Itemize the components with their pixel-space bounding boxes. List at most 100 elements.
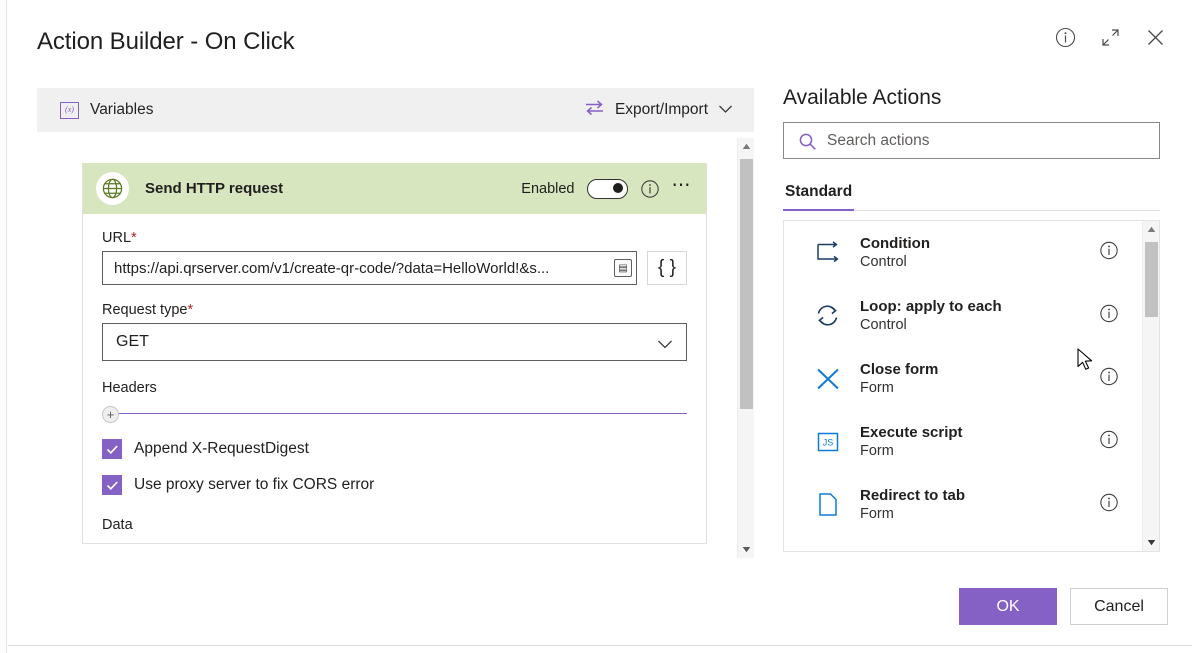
list-item-name: Loop: apply to each <box>860 297 1002 315</box>
list-item-close-form[interactable]: Close form Form <box>784 347 1144 410</box>
list-item-text: Condition Control <box>860 234 930 272</box>
search-actions-field[interactable]: Search actions <box>783 122 1160 159</box>
right-scrollbar[interactable] <box>1142 221 1159 551</box>
action-card-header: Send HTTP request Enabled ⋯ <box>83 163 706 214</box>
action-card-body: URL* https://api.qrserver.com/v1/create-… <box>83 214 706 543</box>
request-type-label-text: Request type <box>102 302 188 318</box>
list-item-name: Close form <box>860 360 939 378</box>
url-field-label: URL* <box>102 230 687 246</box>
url-field-row: https://api.qrserver.com/v1/create-qr-co… <box>102 251 687 285</box>
list-item-condition[interactable]: Condition Control <box>784 221 1144 284</box>
list-item-category: Form <box>860 442 894 459</box>
page-title: Action Builder - On Click <box>37 28 295 55</box>
info-icon[interactable] <box>1099 240 1119 265</box>
checkbox-append-x-requestdigest[interactable]: Append X-RequestDigest <box>102 439 687 459</box>
ok-button[interactable]: OK <box>959 588 1057 625</box>
info-icon[interactable] <box>1099 303 1119 328</box>
action-card-title: Send HTTP request <box>145 180 284 197</box>
list-item-loop-apply-to-each[interactable]: Loop: apply to each Control <box>784 284 1144 347</box>
list-item-name: Condition <box>860 234 930 252</box>
actions-tabs: Standard <box>783 179 1160 211</box>
enabled-label: Enabled <box>521 180 575 197</box>
headers-label: Headers <box>102 380 157 396</box>
request-type-label: Request type* <box>102 302 687 318</box>
checkbox-use-proxy-server[interactable]: Use proxy server to fix CORS error <box>102 475 687 495</box>
actions-list: Condition Control Loop: apply to each Co… <box>784 221 1144 552</box>
request-type-required-marker: * <box>187 302 194 318</box>
expression-braces-button[interactable]: { } <box>647 251 687 285</box>
actions-scroll-area: Send HTTP request Enabled ⋯ URL* https:/… <box>37 137 754 558</box>
expand-icon[interactable] <box>1095 22 1125 52</box>
info-icon[interactable] <box>1099 366 1119 391</box>
headers-divider <box>109 413 687 415</box>
info-icon[interactable] <box>1099 492 1119 517</box>
list-item-save-form[interactable]: Save form Form <box>784 536 1144 552</box>
list-item-text: Redirect to tab Form <box>860 486 965 524</box>
variables-label: Variables <box>90 101 154 118</box>
list-item-redirect-to-tab[interactable]: Redirect to tab Form <box>784 473 1144 536</box>
dialog-title-bar: Action Builder - On Click <box>8 0 1192 78</box>
checkbox-label: Use proxy server to fix CORS error <box>134 476 375 493</box>
scroll-up-arrow-icon[interactable] <box>738 138 755 155</box>
enabled-toggle[interactable] <box>586 178 628 199</box>
variables-xbox-icon: (x) <box>60 101 79 119</box>
scroll-down-arrow-icon[interactable] <box>1143 534 1159 551</box>
info-icon[interactable] <box>1050 22 1080 52</box>
loop-refresh-icon <box>811 303 845 329</box>
close-icon[interactable] <box>1140 22 1170 52</box>
js-script-icon: JS <box>811 429 845 455</box>
headers-add-row: + <box>102 405 687 423</box>
list-item-text: Close form Form <box>860 360 938 398</box>
list-item-text: Loop: apply to each Control <box>860 297 1002 335</box>
request-type-select[interactable]: GET <box>102 323 687 361</box>
tab-standard[interactable]: Standard <box>783 179 855 211</box>
document-page-icon <box>811 491 845 519</box>
cancel-button[interactable]: Cancel <box>1070 588 1168 625</box>
info-icon[interactable] <box>1099 429 1119 454</box>
checkbox-checked-icon <box>102 475 122 495</box>
request-type-value: GET <box>116 333 149 350</box>
export-import-button[interactable]: Export/Import <box>584 99 733 121</box>
search-input-placeholder: Search actions <box>827 131 930 149</box>
url-input[interactable]: https://api.qrserver.com/v1/create-qr-co… <box>102 251 637 285</box>
action-builder-dialog: Action Builder - On Click (x) Variables … <box>8 0 1192 646</box>
url-label-text: URL <box>102 230 132 246</box>
window-controls <box>1050 22 1170 52</box>
action-card-header-controls: Enabled ⋯ <box>521 176 693 199</box>
list-item-execute-script[interactable]: JS Execute script Form <box>784 410 1144 473</box>
list-item-text: Execute script Form <box>860 423 963 461</box>
builder-toolbar: (x) Variables Export/Import <box>37 88 754 132</box>
checkbox-label: Append X-RequestDigest <box>134 440 309 457</box>
close-x-icon <box>811 366 845 392</box>
toggle-knob <box>613 183 623 193</box>
page-background-edge <box>0 0 7 653</box>
variables-button[interactable]: (x) Variables <box>60 101 153 119</box>
right-scrollbar-thumb[interactable] <box>1145 242 1158 317</box>
send-http-request-card: Send HTTP request Enabled ⋯ URL* https:/… <box>82 163 707 544</box>
condition-branch-icon <box>811 240 845 265</box>
list-item-category: Control <box>860 316 907 333</box>
available-actions-heading: Available Actions <box>783 86 942 109</box>
plus-icon[interactable]: + <box>102 405 119 423</box>
swap-arrows-icon <box>584 99 605 121</box>
info-icon[interactable] <box>640 179 660 199</box>
screenshot-root: Action Builder - On Click (x) Variables … <box>0 0 1192 653</box>
scroll-down-arrow-icon[interactable] <box>738 541 755 558</box>
insert-token-icon[interactable]: ▤ <box>614 259 632 277</box>
globe-icon <box>96 172 129 205</box>
url-input-value: https://api.qrserver.com/v1/create-qr-co… <box>114 259 550 277</box>
chevron-down-icon <box>657 337 673 355</box>
dialog-footer: OK Cancel <box>8 588 1192 625</box>
list-item-category: Control <box>860 253 907 270</box>
left-scrollbar-thumb[interactable] <box>740 159 753 409</box>
search-icon <box>798 132 817 156</box>
builder-left-column: (x) Variables Export/Import Send HTTP re… <box>37 88 754 558</box>
chevron-down-icon <box>718 101 733 119</box>
list-item-category: Form <box>860 505 894 522</box>
svg-text:JS: JS <box>823 437 834 447</box>
ellipsis-icon[interactable]: ⋯ <box>672 176 693 197</box>
url-required-marker: * <box>131 230 137 246</box>
scroll-up-arrow-icon[interactable] <box>1143 221 1159 238</box>
export-import-label: Export/Import <box>614 101 708 118</box>
left-scrollbar[interactable] <box>737 138 754 558</box>
